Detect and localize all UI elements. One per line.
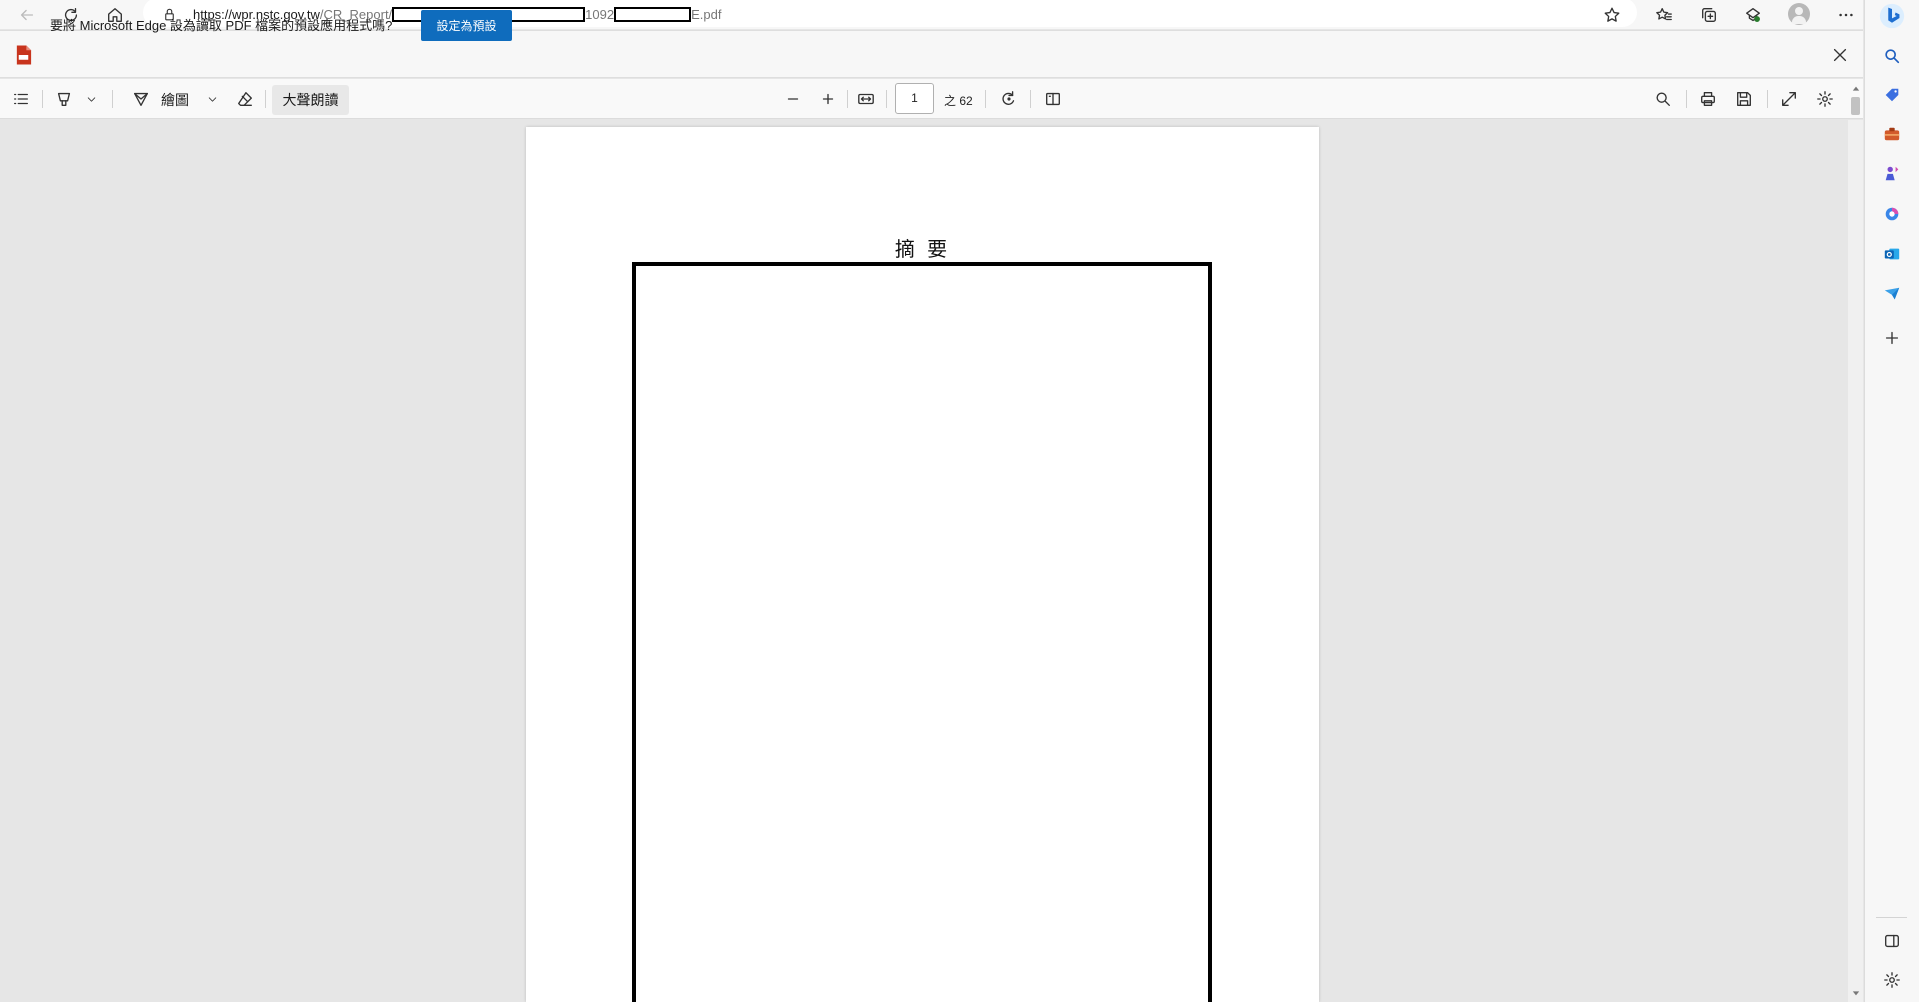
page-total: 之 62 xyxy=(944,94,973,108)
redaction-box xyxy=(614,6,692,22)
profile-avatar[interactable] xyxy=(1788,3,1810,25)
rotate-icon[interactable] xyxy=(997,88,1021,110)
zoom-out-icon[interactable] xyxy=(782,88,804,110)
zoom-in-icon[interactable] xyxy=(817,88,839,110)
settings-icon[interactable] xyxy=(1813,88,1837,110)
toolbar-divider xyxy=(1686,90,1687,108)
scroll-up-arrow[interactable] xyxy=(1849,84,1862,94)
shopping-tag-icon[interactable] xyxy=(1878,82,1906,108)
chevron-down-icon[interactable] xyxy=(205,91,219,107)
favorite-star-icon[interactable] xyxy=(1600,3,1624,27)
search-icon[interactable] xyxy=(1651,88,1675,110)
set-as-default-button[interactable]: 設定為預設 xyxy=(421,10,512,41)
search-icon[interactable] xyxy=(1878,43,1906,69)
vertical-scrollbar[interactable] xyxy=(1848,120,1863,1002)
toolbar-divider xyxy=(112,90,113,108)
eraser-icon[interactable] xyxy=(233,88,257,110)
highlight-icon[interactable] xyxy=(52,88,76,110)
sidebar-divider xyxy=(1876,917,1907,918)
edge-sidebar xyxy=(1864,0,1919,1002)
sidebar-toggle-icon[interactable] xyxy=(1878,928,1906,954)
more-icon[interactable] xyxy=(1834,3,1858,27)
pdf-page: 摘 要 xyxy=(526,127,1319,1002)
avatar-body xyxy=(1792,16,1806,24)
toolbar-divider xyxy=(886,90,887,108)
url-path-part: E.pdf xyxy=(691,6,722,22)
fit-width-icon[interactable] xyxy=(854,88,878,110)
collections-icon[interactable] xyxy=(1697,3,1721,27)
toolbar-divider xyxy=(847,90,848,108)
pdf-file-icon xyxy=(13,44,33,66)
fullscreen-icon[interactable] xyxy=(1777,88,1801,110)
page-heading: 摘 要 xyxy=(894,237,951,261)
page-number-input[interactable]: 1 xyxy=(895,83,934,114)
close-icon[interactable] xyxy=(1829,44,1851,66)
page-view-icon[interactable] xyxy=(1041,88,1065,110)
send-icon[interactable] xyxy=(1878,281,1906,307)
favorites-icon[interactable] xyxy=(1652,3,1676,27)
avatar-head xyxy=(1795,7,1803,15)
url-path-part: 1092 xyxy=(585,6,615,22)
settings-icon[interactable] xyxy=(1878,967,1906,993)
default-pdf-notification xyxy=(0,30,1863,78)
read-aloud-label: 大聲朗讀 xyxy=(282,92,339,108)
scrollbar-thumb[interactable] xyxy=(1851,97,1860,115)
games-icon[interactable] xyxy=(1878,160,1906,186)
toolbar-divider xyxy=(985,90,986,108)
draw-icon[interactable] xyxy=(129,88,153,110)
read-aloud-button[interactable]: 大聲朗讀 xyxy=(272,85,349,115)
save-icon[interactable] xyxy=(1732,88,1756,110)
toolbar-divider xyxy=(1030,90,1031,108)
add-icon[interactable] xyxy=(1878,325,1906,351)
bing-icon[interactable] xyxy=(1877,2,1907,30)
abstract-box xyxy=(632,262,1212,1002)
chevron-down-icon[interactable] xyxy=(84,91,98,107)
print-icon[interactable] xyxy=(1696,88,1720,110)
office-icon[interactable] xyxy=(1878,201,1906,227)
extensions-icon[interactable] xyxy=(1741,3,1765,27)
back-icon[interactable] xyxy=(15,3,39,27)
contents-icon[interactable] xyxy=(9,88,33,110)
toolbar-divider xyxy=(265,90,266,108)
scroll-down-arrow[interactable] xyxy=(1849,988,1862,998)
tools-icon[interactable] xyxy=(1878,121,1906,147)
toolbar-divider xyxy=(1767,90,1768,108)
outlook-icon[interactable] xyxy=(1878,241,1906,267)
draw-label[interactable]: 繪圖 xyxy=(161,90,189,110)
notification-message: 要將 Microsoft Edge 設為讀取 PDF 檔案的預設應用程式嗎? xyxy=(50,18,393,33)
toolbar-divider xyxy=(42,90,43,108)
